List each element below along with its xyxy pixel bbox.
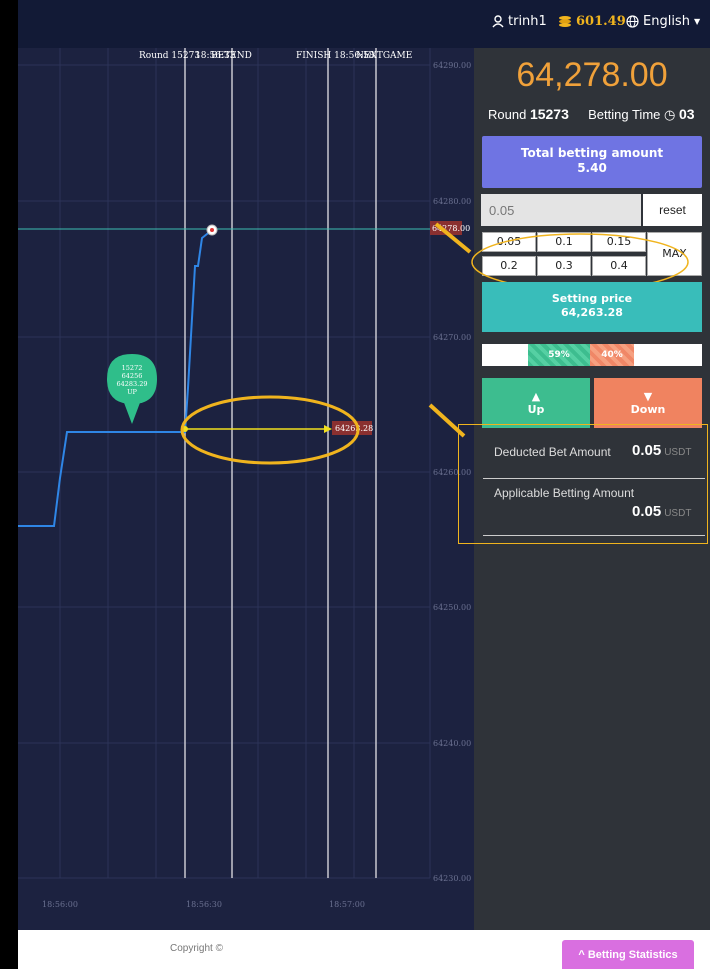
round-info: Round 15273 Betting Time ◷ 03 [488, 106, 708, 123]
triangle-down-icon: ▼ [643, 390, 653, 403]
y-tick-label: 64250.00 [433, 603, 471, 612]
round-label: Round [488, 107, 527, 122]
prev-round-marker: 15272 64256 64283.29 UP [107, 354, 157, 424]
applicable-unit: USDT [664, 508, 692, 519]
setting-label: Setting price [551, 292, 633, 305]
setting-price-tag-text: 64263.28 [335, 424, 373, 433]
price-chart: Round 15273 18:56:33 BETEND FINISH 18:56… [18, 48, 474, 930]
language-label: English [643, 14, 690, 29]
round-label: Round 15273 [139, 51, 200, 61]
caret-down-icon: ▼ [693, 17, 701, 26]
setting-value: 64,263.28 [561, 306, 623, 319]
y-tick-label: 64270.00 [433, 333, 471, 342]
divider [483, 535, 705, 536]
triangle-up-icon: ▲ [531, 390, 541, 403]
applicable-value: 0.05 [632, 503, 662, 520]
language-selector[interactable]: English ▼ [626, 14, 700, 29]
top-bar: trinh1 601.49 English ▼ [18, 0, 710, 48]
up-label: Up [527, 403, 545, 416]
x-tick-label: 18:56:30 [186, 900, 222, 909]
y-tick-label: 64280.00 [433, 197, 471, 206]
down-ratio: 40% [590, 344, 634, 366]
coins-icon [559, 16, 571, 27]
highlight-ellipse [180, 395, 360, 465]
current-price: 64,278.00 [516, 56, 668, 94]
betting-statistics-button[interactable]: ^ Betting Statistics [562, 940, 694, 969]
bet-amount-input[interactable] [481, 194, 641, 226]
applicable-label: Applicable Betting Amount [494, 486, 635, 500]
prev-round-direction: UP [127, 388, 137, 396]
deducted-label: Deducted Bet Amount [494, 445, 611, 459]
total-label: Total betting amount [520, 146, 664, 160]
copyright: Copyright © [170, 943, 223, 954]
betting-time-label: Betting Time [588, 107, 661, 122]
total-value: 5.40 [577, 161, 607, 175]
deducted-value: 0.05 [632, 442, 662, 459]
horizontal-grid [18, 64, 430, 879]
nextgame-label: NEXTGAME [356, 51, 412, 61]
reset-button[interactable]: reset [643, 194, 702, 226]
y-tick-label: 64230.00 [433, 874, 471, 883]
footer: Copyright © ^ Betting Statistics [18, 930, 710, 969]
x-tick-label: 18:57:00 [329, 900, 365, 909]
user-menu[interactable]: trinh1 [492, 14, 547, 29]
x-tick-label: 18:56:00 [42, 900, 78, 909]
applicable-amount: 0.05 USDT [632, 503, 691, 520]
betend-label: BETEND [211, 51, 252, 61]
betting-statistics-label: Betting Statistics [587, 948, 678, 961]
clock-icon: ◷ [664, 107, 676, 122]
chart-svg: Round 15273 18:56:33 BETEND FINISH 18:56… [18, 48, 472, 909]
round-number: 15273 [529, 106, 569, 122]
prev-round-number: 15272 [122, 364, 143, 372]
divider [483, 478, 705, 479]
betting-time-value: 03 [678, 106, 695, 122]
setting-price-button[interactable]: Setting price 64,263.28 [482, 282, 702, 332]
betting-panel: 64,278.00 Round 15273 Betting Time ◷ 03 … [458, 48, 710, 930]
user-icon [492, 15, 504, 28]
up-button[interactable]: ▲ Up [482, 378, 590, 428]
down-label: Down [630, 403, 666, 416]
deducted-unit: USDT [664, 447, 692, 458]
x-axis-labels: 18:56:00 18:56:30 18:57:00 [42, 900, 365, 909]
bet-amount-summary: Deducted Bet Amount 0.05 USDT Applicable … [458, 424, 708, 544]
down-button[interactable]: ▼ Down [594, 378, 702, 428]
deducted-amount: 0.05 USDT [632, 442, 691, 459]
prev-round-value: 64256 [122, 372, 143, 380]
balance: 601.49 [556, 14, 626, 29]
globe-icon [626, 15, 639, 28]
balance-value: 601.49 [576, 14, 626, 29]
y-tick-label: 64290.00 [433, 61, 471, 70]
total-betting-button[interactable]: Total betting amount 5.40 [482, 136, 702, 188]
up-ratio: 59% [528, 344, 590, 366]
bet-ratio-bar: 59% 40% [482, 344, 702, 366]
y-tick-label: 64240.00 [433, 739, 471, 748]
prev-round-price: 64283.29 [116, 380, 147, 388]
chevron-up-icon: ^ [578, 948, 585, 961]
username: trinh1 [508, 14, 547, 29]
